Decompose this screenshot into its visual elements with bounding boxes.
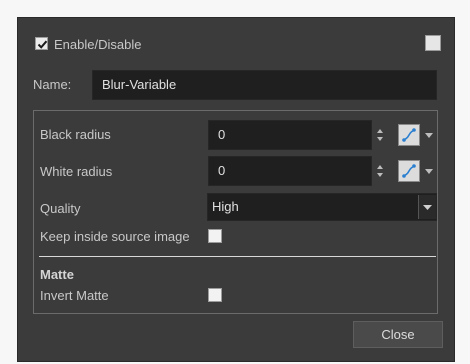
quality-select-arrow[interactable] xyxy=(418,195,436,219)
quality-label: Quality xyxy=(40,201,81,216)
invert-matte-label: Invert Matte xyxy=(40,288,109,303)
blur-variable-dialog: Enable/Disable Name: Blur-Variable Black… xyxy=(17,17,455,362)
function-curve-icon xyxy=(402,128,416,142)
black-radius-label: Black radius xyxy=(40,127,111,142)
black-radius-spin-icon[interactable] xyxy=(376,128,384,142)
name-label: Name: xyxy=(33,77,72,92)
white-radius-spin-icon[interactable] xyxy=(376,164,384,178)
enable-disable-checkbox[interactable] xyxy=(35,37,48,50)
color-swatch-toggle[interactable] xyxy=(425,35,441,51)
white-radius-function-button[interactable] xyxy=(398,160,420,182)
black-radius-input[interactable]: 0 xyxy=(208,120,372,150)
name-input[interactable]: Blur-Variable xyxy=(92,70,437,100)
invert-matte-checkbox[interactable] xyxy=(208,288,222,302)
white-radius-input[interactable]: 0 xyxy=(208,156,372,186)
function-curve-icon xyxy=(402,164,416,178)
keep-inside-checkbox[interactable] xyxy=(208,229,222,243)
matte-heading: Matte xyxy=(40,267,74,282)
black-radius-function-button[interactable] xyxy=(398,124,420,146)
enable-disable-label: Enable/Disable xyxy=(54,37,142,52)
white-radius-label: White radius xyxy=(40,164,113,179)
close-button[interactable]: Close xyxy=(353,321,443,348)
quality-select[interactable]: High xyxy=(207,193,437,221)
black-radius-dropdown-arrow-icon[interactable] xyxy=(424,131,434,139)
keep-inside-label: Keep inside source image xyxy=(40,229,190,244)
page-background: Enable/Disable Name: Blur-Variable Black… xyxy=(0,0,470,364)
checkmark-icon xyxy=(37,40,48,49)
section-divider xyxy=(39,256,436,257)
white-radius-dropdown-arrow-icon[interactable] xyxy=(424,167,434,175)
chevron-down-icon xyxy=(423,205,432,210)
